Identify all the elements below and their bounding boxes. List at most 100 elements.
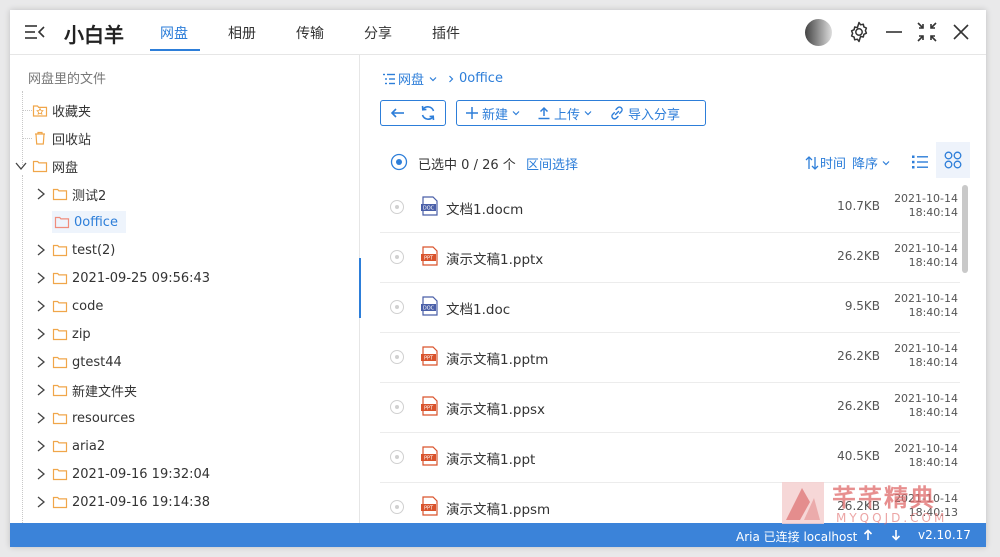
breadcrumb-root[interactable]: 网盘 xyxy=(398,69,424,88)
refresh-icon[interactable] xyxy=(418,103,438,123)
import-share-button[interactable]: 导入分享 xyxy=(609,104,680,123)
selection-count: 已选中 0 / 26 个 xyxy=(418,154,516,173)
chevron-right-icon[interactable] xyxy=(34,327,48,341)
tree-folder-item[interactable]: resources xyxy=(34,407,135,429)
action-button-group: 新建 上传 导入分享 xyxy=(456,100,706,126)
file-row[interactable]: PPT 演示文稿1.ppt 40.5KB 2021-10-14 18:40:14 xyxy=(380,432,960,483)
new-button[interactable]: 新建 xyxy=(465,104,521,123)
tree-folder-item[interactable]: gtest44 xyxy=(34,351,122,373)
import-share-label: 导入分享 xyxy=(628,107,681,123)
file-row[interactable]: DOC 文档1.docm 10.7KB 2021-10-14 18:40:14 xyxy=(380,182,960,233)
chevron-right-icon[interactable] xyxy=(34,271,48,285)
tree-item-netdisk[interactable]: 网盘 xyxy=(14,155,78,177)
tree-item-trash[interactable]: 回收站 xyxy=(32,127,91,149)
chevron-right-icon[interactable] xyxy=(34,439,48,453)
file-row[interactable]: PPT 演示文稿1.pptx 26.2KB 2021-10-14 18:40:14 xyxy=(380,232,960,283)
gear-icon[interactable] xyxy=(847,20,871,44)
select-all-radio-icon[interactable] xyxy=(390,153,408,171)
doc-file-icon: DOC xyxy=(421,196,438,216)
file-time: 18:40:14 xyxy=(908,256,958,269)
tree-folder-item[interactable]: code xyxy=(34,295,103,317)
avatar[interactable] xyxy=(805,19,832,46)
range-select-link[interactable]: 区间选择 xyxy=(526,154,578,173)
sort-order: 降序 xyxy=(852,157,879,172)
watermark-title: 芊芊精典 xyxy=(832,484,936,512)
file-list-scrollbar[interactable] xyxy=(962,185,968,273)
chevron-right-icon[interactable] xyxy=(34,383,48,397)
file-select-radio[interactable] xyxy=(390,400,404,414)
tab-album[interactable]: 相册 xyxy=(228,23,256,43)
file-time: 18:40:14 xyxy=(908,206,958,219)
watermark-subtitle: MYQQJD.COM xyxy=(836,511,948,525)
tree-folder-item[interactable]: 新建文件夹 xyxy=(34,379,137,401)
chevron-right-icon[interactable] xyxy=(34,495,48,509)
tab-netdisk[interactable]: 网盘 xyxy=(160,23,188,43)
file-select-radio[interactable] xyxy=(390,350,404,364)
tab-transfer[interactable]: 传输 xyxy=(296,23,324,43)
tree-folder-item[interactable]: test(2) xyxy=(34,239,115,261)
grid-view-icon xyxy=(944,151,962,169)
chevron-down-icon xyxy=(882,160,890,165)
tree-folder-item[interactable]: aria2 xyxy=(34,435,105,457)
tree-folder-item[interactable]: 测试2 xyxy=(34,183,106,205)
tree-guide-line xyxy=(22,110,32,111)
file-date: 2021-10-14 xyxy=(894,242,958,255)
selection-bar: 已选中 0 / 26 个 区间选择 时间 降序 xyxy=(380,142,970,178)
tree-item-favorites[interactable]: 收藏夹 xyxy=(32,99,91,121)
tree-folder-item-selected[interactable]: 0office xyxy=(52,211,126,233)
file-size: 9.5KB xyxy=(844,299,880,313)
chevron-right-icon[interactable] xyxy=(34,299,48,313)
chevron-right-icon[interactable] xyxy=(34,411,48,425)
folder-icon xyxy=(52,412,68,425)
file-time: 18:40:14 xyxy=(908,356,958,369)
tab-plugins[interactable]: 插件 xyxy=(432,23,460,43)
fullscreen-icon[interactable] xyxy=(915,20,939,44)
folder-icon xyxy=(52,272,68,285)
file-date: 2021-10-14 xyxy=(894,192,958,205)
tree-folder-item[interactable]: 2021-09-16 19:14:38 xyxy=(34,491,210,513)
file-time: 18:40:14 xyxy=(908,456,958,469)
file-select-radio[interactable] xyxy=(390,450,404,464)
chevron-right-icon[interactable] xyxy=(34,355,48,369)
back-arrow-icon[interactable] xyxy=(388,103,408,123)
grid-view-button[interactable] xyxy=(936,142,970,178)
tab-share[interactable]: 分享 xyxy=(364,23,392,43)
ppt-file-icon: PPT xyxy=(421,496,438,516)
file-time: 18:40:14 xyxy=(908,306,958,319)
chevron-down-icon xyxy=(512,111,520,116)
list-view-icon[interactable] xyxy=(910,152,930,172)
file-name: 文档1.docm xyxy=(446,202,524,218)
tree-item-label: test(2) xyxy=(72,242,116,258)
tree-folder-item[interactable]: 2021-09-16 19:32:04 xyxy=(34,463,210,485)
menu-collapse-icon[interactable] xyxy=(24,22,46,42)
file-row[interactable]: PPT 演示文稿1.pptm 26.2KB 2021-10-14 18:40:14 xyxy=(380,332,960,383)
tree-guide-line xyxy=(22,138,32,139)
tree-folder-item[interactable]: zip xyxy=(34,323,91,345)
app-version: v2.10.17 xyxy=(918,528,971,542)
breadcrumb-current[interactable]: 0office xyxy=(459,71,503,86)
close-icon[interactable] xyxy=(949,20,973,44)
file-time: 18:40:14 xyxy=(908,406,958,419)
chevron-right-icon[interactable] xyxy=(34,243,48,257)
chevron-down-icon[interactable] xyxy=(427,73,439,85)
chevron-right-icon[interactable] xyxy=(34,467,48,481)
trash-icon xyxy=(35,131,45,145)
svg-text:DOC: DOC xyxy=(423,206,435,212)
chevron-right-icon[interactable] xyxy=(34,187,48,201)
file-row[interactable]: PPT 演示文稿1.ppsx 26.2KB 2021-10-14 18:40:14 xyxy=(380,382,960,433)
watermark: 芊芊精典 MYQQJD.COM xyxy=(780,480,956,530)
minimize-icon[interactable] xyxy=(882,20,906,44)
svg-text:PPT: PPT xyxy=(424,456,434,462)
file-select-radio[interactable] xyxy=(390,200,404,214)
chevron-down-icon[interactable] xyxy=(14,159,28,173)
file-select-radio[interactable] xyxy=(390,500,404,514)
upload-button[interactable]: 上传 xyxy=(537,104,593,123)
file-row[interactable]: DOC 文档1.doc 9.5KB 2021-10-14 18:40:14 xyxy=(380,282,960,333)
file-select-radio[interactable] xyxy=(390,300,404,314)
file-modified: 2021-10-14 18:40:14 xyxy=(894,392,958,420)
sort-button[interactable]: 时间 降序 xyxy=(804,153,891,172)
tree-folder-item[interactable]: 2021-09-25 09:56:43 xyxy=(34,267,210,289)
favorites-folder-icon xyxy=(32,105,48,117)
file-select-radio[interactable] xyxy=(390,250,404,264)
tree-item-label: 测试2 xyxy=(72,188,107,204)
